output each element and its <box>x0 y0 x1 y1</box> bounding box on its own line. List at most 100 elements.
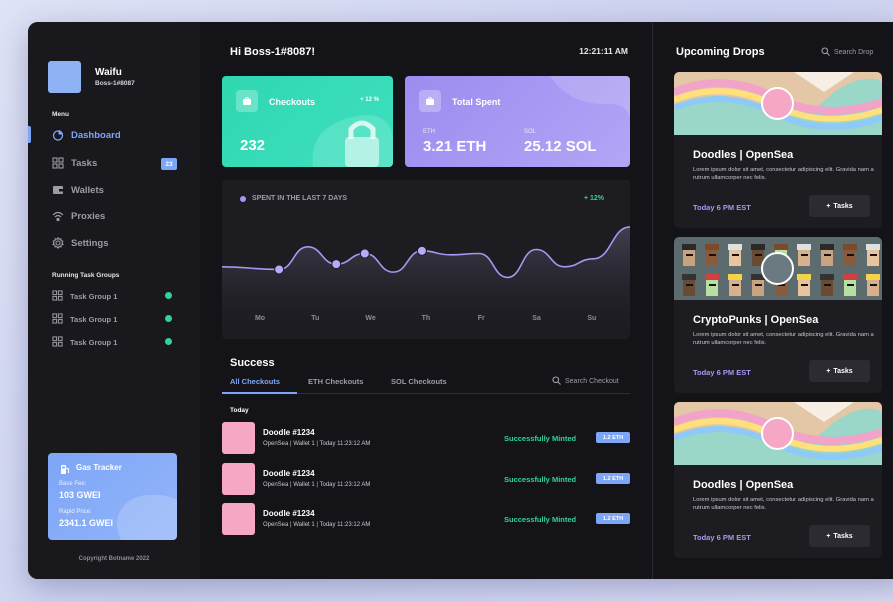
x-tick-label: Fr <box>477 315 485 322</box>
punk-hair <box>728 244 742 250</box>
app-window: Waifu Boss-1#8087 Menu Dashboard Tasks 2… <box>28 22 893 579</box>
punk-eyes <box>801 284 808 286</box>
add-tasks-button[interactable]: + Tasks <box>809 525 870 547</box>
drop-time: Today 6 PM EST <box>693 533 751 542</box>
nft-name: Doodle #1234 <box>263 428 315 437</box>
grid-icon <box>52 289 63 303</box>
sidebar-item-wallets[interactable]: Wallets <box>52 181 182 199</box>
greeting: Hi Boss-1#8087! <box>230 46 315 58</box>
wifi-icon <box>52 210 64 222</box>
nft-meta: OpenSea | Wallet 1 | Today 11:23:12 AM <box>263 522 371 528</box>
punk-face <box>844 278 856 296</box>
search-placeholder: Search Drop <box>834 49 874 56</box>
drop-name: CryptoPunks | OpenSea <box>693 314 819 326</box>
copyright-text: Copyright Botname 2022 <box>78 556 150 562</box>
punk-face <box>867 278 879 296</box>
punk-eyes <box>824 284 831 286</box>
data-point[interactable] <box>274 264 285 275</box>
punk-eyes <box>801 254 808 256</box>
amount-badge: 1.2 ETH <box>596 432 630 443</box>
table-row[interactable]: Doodle #1234 OpenSea | Wallet 1 | Today … <box>222 422 630 454</box>
success-title: Success <box>230 357 275 369</box>
button-label: Tasks <box>833 367 853 375</box>
running-groups-label: Running Task Groups <box>52 272 120 279</box>
punk-hair <box>820 274 834 280</box>
nft-thumbnail <box>222 503 255 535</box>
sidebar-item-label: Proxies <box>71 210 106 222</box>
status-text: Successfully Minted <box>504 475 577 484</box>
nft-thumbnail <box>222 463 255 495</box>
x-tick-label: We <box>365 315 376 322</box>
punk-hair <box>843 274 857 280</box>
punk-eyes <box>824 254 831 256</box>
drop-description: Lorem ipsum dolor sit amet, consectetur … <box>693 332 874 346</box>
punk-eyes <box>755 254 762 256</box>
punk-eyes <box>870 254 877 256</box>
punk-hair <box>866 244 880 250</box>
sidebar-item-proxies[interactable]: Proxies <box>52 207 182 225</box>
total-spent-card[interactable]: Total Spent ETH 3.21 ETH SOL 25.12 SOL <box>405 76 630 167</box>
table-row[interactable]: Doodle #1234 OpenSea | Wallet 1 | Today … <box>222 503 630 535</box>
punk-hair <box>843 244 857 250</box>
search-drop-input[interactable]: Search Drop <box>821 47 873 58</box>
amount-badge: 1.2 ETH <box>596 473 630 484</box>
button-label: Tasks <box>833 202 853 210</box>
card-decoration <box>550 76 630 116</box>
task-group-item[interactable]: Task Group 1 <box>52 289 177 303</box>
sol-label: SOL <box>524 129 537 135</box>
checkouts-change: + 12 % <box>360 97 379 103</box>
drop-card[interactable]: CryptoPunks | OpenSea Lorem ipsum dolor … <box>674 237 882 393</box>
drop-card[interactable]: Doodles | OpenSea Lorem ipsum dolor sit … <box>674 72 882 228</box>
x-tick-label: Tu <box>311 315 320 322</box>
task-group-item[interactable]: Task Group 1 <box>52 335 177 349</box>
grid-icon <box>52 335 63 349</box>
wallet-icon <box>52 184 64 196</box>
collection-avatar <box>761 252 794 285</box>
grid-icon <box>52 312 63 326</box>
data-point[interactable] <box>331 259 342 270</box>
punk-face <box>683 278 695 296</box>
punk-hair <box>728 274 742 280</box>
punk-eyes <box>709 284 716 286</box>
sol-value: 25.12 SOL <box>524 138 597 155</box>
plus-icon: + <box>826 367 831 375</box>
sidebar-item-label: Dashboard <box>71 129 121 141</box>
drop-time: Today 6 PM EST <box>693 368 751 377</box>
punk-hair <box>774 244 788 250</box>
checkouts-card[interactable]: Checkouts + 12 % 232 <box>222 76 393 167</box>
drop-description: Lorem ipsum dolor sit amet, consectetur … <box>693 497 874 511</box>
drop-card[interactable]: Doodles | OpenSea Lorem ipsum dolor sit … <box>674 402 882 558</box>
drop-name: Doodles | OpenSea <box>693 149 794 161</box>
spending-chart: SPENT IN THE LAST 7 DAYS + 12% Mo Tu We Th F… <box>222 180 630 339</box>
punk-face <box>821 248 833 266</box>
sidebar-item-dashboard[interactable]: Dashboard <box>52 126 182 144</box>
tab-sol-checkouts[interactable]: SOL Checkouts <box>391 377 447 386</box>
table-row[interactable]: Doodle #1234 OpenSea | Wallet 1 | Today … <box>222 463 630 495</box>
search-checkout-input[interactable]: Search Checkout <box>552 376 619 387</box>
task-group-item[interactable]: Task Group 1 <box>52 312 177 326</box>
add-tasks-button[interactable]: + Tasks <box>809 195 870 217</box>
sidebar: Waifu Boss-1#8087 Menu Dashboard Tasks 2… <box>28 22 200 579</box>
add-tasks-button[interactable]: + Tasks <box>809 360 870 382</box>
grid-icon <box>52 157 64 169</box>
data-point[interactable] <box>359 248 370 259</box>
button-label: Tasks <box>833 532 853 540</box>
punk-hair <box>705 274 719 280</box>
punk-face <box>752 278 764 296</box>
nft-meta: OpenSea | Wallet 1 | Today 11:23:12 AM <box>263 441 371 447</box>
data-point[interactable] <box>416 245 427 256</box>
sidebar-item-settings[interactable]: Settings <box>52 234 182 252</box>
card-decoration <box>312 115 393 167</box>
avatar[interactable] <box>48 61 81 93</box>
plus-icon: + <box>826 532 831 540</box>
tab-eth-checkouts[interactable]: ETH Checkouts <box>308 377 363 386</box>
task-group-label: Task Group 1 <box>70 291 118 301</box>
eth-value: 3.21 ETH <box>423 138 487 155</box>
punk-face <box>729 248 741 266</box>
nft-name: Doodle #1234 <box>263 509 315 518</box>
tab-all-checkouts[interactable]: All Checkouts <box>230 377 280 386</box>
user-name: Waifu <box>95 67 122 78</box>
checkouts-value: 232 <box>240 137 266 154</box>
drop-description: Lorem ipsum dolor sit amet, consectetur … <box>693 167 874 181</box>
gas-tracker-card[interactable]: Gas Tracker Base Fee: 103 GWEI Rapid Pri… <box>48 453 177 540</box>
